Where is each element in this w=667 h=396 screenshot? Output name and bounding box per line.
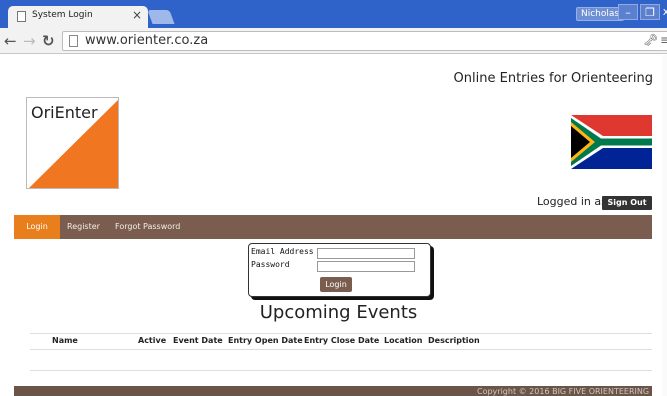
column-header-location[interactable]: Location (384, 336, 423, 345)
column-header-active[interactable]: Active (138, 336, 166, 345)
column-header-description[interactable]: Description (428, 336, 480, 345)
address-bar[interactable]: www.orienter.co.za (62, 31, 667, 51)
new-tab-button[interactable] (147, 10, 175, 24)
table-header-row: Name Active Event Date Entry Open Date E… (30, 334, 652, 350)
south-africa-flag (571, 115, 652, 169)
events-title: Upcoming Events (259, 302, 418, 323)
forward-arrow-icon[interactable]: → (23, 32, 36, 50)
nav-register[interactable]: Register (67, 215, 100, 239)
events-table: Name Active Event Date Entry Open Date E… (30, 333, 652, 371)
email-field[interactable] (317, 248, 415, 259)
profile-badge[interactable]: Nicholas (576, 7, 625, 21)
column-header-entry-close-date[interactable]: Entry Close Date (304, 336, 379, 345)
page-icon (69, 35, 78, 47)
column-header-event-date[interactable]: Event Date (173, 336, 223, 345)
vertical-scrollbar[interactable] (662, 55, 667, 396)
sign-out-button[interactable]: Sign Out (602, 196, 652, 210)
email-label: Email Address (251, 247, 314, 256)
menu-icon[interactable]: ≡ (660, 33, 667, 47)
tab-title: System Login (32, 10, 93, 20)
site-logo[interactable]: OriEnter (26, 97, 119, 189)
login-form: Email Address Password Login (248, 243, 431, 297)
password-label: Password (251, 260, 290, 269)
url-text[interactable]: www.orienter.co.za (85, 33, 208, 48)
extension-icon[interactable]: 🗝 (643, 33, 658, 47)
column-header-entry-open-date[interactable]: Entry Open Date (228, 336, 303, 345)
browser-tab-strip: System Login × Nicholas – ❐ x (0, 0, 667, 28)
browser-tab[interactable]: System Login × (8, 6, 148, 28)
site-tagline: Online Entries for Orienteering (453, 71, 653, 86)
main-nav: Login Register Forgot Password (14, 215, 652, 239)
browser-toolbar: ← → ↻ www.orienter.co.za 🗝 ≡ (0, 28, 667, 54)
page-footer: Copyright © 2016 BIG FIVE ORIENTEERING N… (14, 386, 652, 396)
minimize-icon[interactable]: – (618, 4, 638, 20)
tab-close-icon[interactable]: × (132, 8, 142, 22)
password-field[interactable] (317, 261, 415, 272)
login-button[interactable]: Login (320, 277, 352, 292)
nav-forgot-password[interactable]: Forgot Password (115, 215, 180, 239)
column-header-name[interactable]: Name (52, 336, 78, 345)
page-icon (17, 11, 26, 22)
copyright-text: Copyright © 2016 BIG FIVE ORIENTEERING N… (477, 387, 652, 396)
logo-text: OriEnter (31, 103, 98, 122)
nav-login[interactable]: Login (14, 215, 60, 239)
maximize-icon[interactable]: ❐ (640, 4, 660, 20)
back-arrow-icon[interactable]: ← (4, 32, 17, 50)
window-close-icon[interactable]: x (660, 4, 667, 20)
reload-icon[interactable]: ↻ (42, 32, 55, 50)
